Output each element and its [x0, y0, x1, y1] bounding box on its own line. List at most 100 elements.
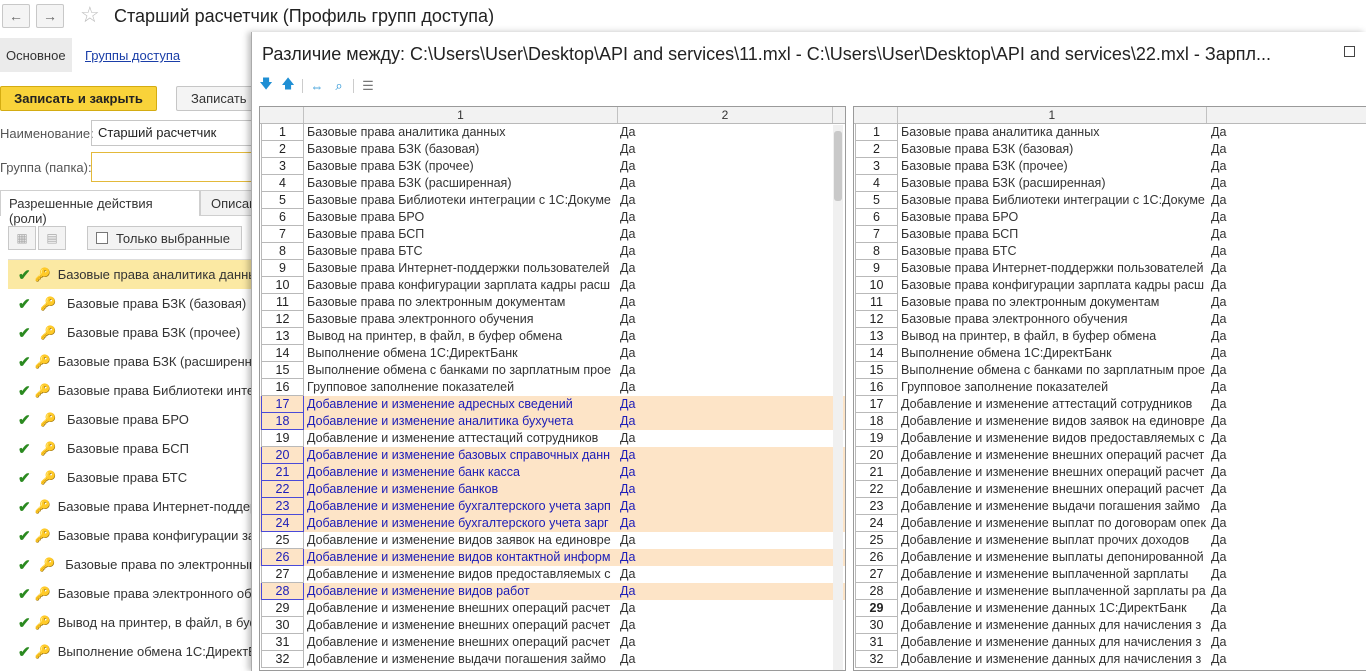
- row-number[interactable]: 30: [855, 617, 898, 634]
- tab-access-groups[interactable]: Группы доступа: [85, 48, 180, 63]
- menu-list-icon[interactable]: ☰: [360, 78, 376, 94]
- row-number[interactable]: 19: [855, 430, 898, 447]
- row-number[interactable]: 12: [261, 311, 304, 328]
- right-spreadsheet[interactable]: 1 1 Базовые права аналитика данных Да 2 Базо…: [853, 106, 1366, 671]
- row-value-cell[interactable]: Да: [618, 634, 828, 651]
- row-name-cell[interactable]: Вывод на принтер, в файл, в буфер обмена: [304, 328, 618, 345]
- check-icon[interactable]: ✔: [18, 411, 36, 429]
- table-row[interactable]: 17 Добавление и изменение адресных сведен…: [260, 396, 845, 413]
- row-value-cell[interactable]: Да: [618, 600, 828, 617]
- row-number[interactable]: 18: [261, 413, 304, 430]
- check-icon[interactable]: ✔: [18, 440, 36, 458]
- row-number[interactable]: 19: [261, 430, 304, 447]
- row-number[interactable]: 17: [855, 396, 898, 413]
- row-value-cell[interactable]: Да: [1209, 515, 1364, 532]
- check-icon[interactable]: ✔: [18, 585, 31, 603]
- row-value-cell[interactable]: Да: [618, 243, 828, 260]
- row-value-cell[interactable]: Да: [1209, 430, 1364, 447]
- table-row[interactable]: 12 Базовые права электронного обучения Да: [854, 311, 1366, 328]
- list-item[interactable]: ✔ 🔑 Базовые права аналитика данных: [8, 260, 258, 289]
- row-name-cell[interactable]: Добавление и изменение банк касса: [304, 464, 618, 481]
- row-number[interactable]: 24: [261, 515, 304, 532]
- check-icon[interactable]: ✔: [18, 324, 36, 342]
- row-name-cell[interactable]: Базовые права БЗК (прочее): [304, 158, 618, 175]
- row-value-cell[interactable]: Да: [618, 158, 828, 175]
- row-number[interactable]: 25: [261, 532, 304, 549]
- row-name-cell[interactable]: Базовые права БТС: [898, 243, 1209, 260]
- table-row[interactable]: 28 Добавление и изменение видов работ Да: [260, 583, 845, 600]
- search-icon[interactable]: ⌕: [331, 78, 347, 94]
- row-name-cell[interactable]: Добавление и изменение внешних операций …: [304, 600, 618, 617]
- list-item[interactable]: ✔🔑Базовые права конфигурации зарплата: [8, 521, 258, 550]
- row-number[interactable]: 6: [261, 209, 304, 226]
- row-value-cell[interactable]: Да: [618, 226, 828, 243]
- table-row[interactable]: 21 Добавление и изменение внешних операци…: [854, 464, 1366, 481]
- row-name-cell[interactable]: Базовые права по электронным документам: [898, 294, 1209, 311]
- row-value-cell[interactable]: Да: [618, 192, 828, 209]
- row-name-cell[interactable]: Групповое заполнение показателей: [304, 379, 618, 396]
- table-row[interactable]: 32 Добавление и изменение выдачи погашени…: [260, 651, 845, 668]
- row-number[interactable]: 29: [261, 600, 304, 617]
- row-name-cell[interactable]: Добавление и изменение видов контактной …: [304, 549, 618, 566]
- row-name-cell[interactable]: Добавление и изменение данных для начисл…: [898, 634, 1209, 651]
- list-item[interactable]: ✔ 🔑 Базовые права БЗК (прочее): [8, 318, 258, 347]
- row-name-cell[interactable]: Базовые права Библиотеки интеграции с 1С…: [898, 192, 1209, 209]
- row-number[interactable]: 16: [261, 379, 304, 396]
- table-row[interactable]: 22 Добавление и изменение внешних операци…: [854, 481, 1366, 498]
- row-number[interactable]: 1: [855, 124, 898, 141]
- row-value-cell[interactable]: Да: [1209, 175, 1364, 192]
- list-item[interactable]: ✔ 🔑 Базовые права БРО: [8, 405, 258, 434]
- sync-scroll-icon[interactable]: ⇔: [309, 79, 325, 94]
- check-icon[interactable]: ✔: [18, 614, 31, 632]
- row-value-cell[interactable]: Да: [1209, 396, 1364, 413]
- row-number[interactable]: 25: [855, 532, 898, 549]
- only-selected-toggle[interactable]: Только выбранные: [87, 226, 242, 250]
- table-row[interactable]: 24 Добавление и изменение выплат по догов…: [854, 515, 1366, 532]
- row-value-cell[interactable]: Да: [1209, 379, 1364, 396]
- table-row[interactable]: 27 Добавление и изменение видов предостав…: [260, 566, 845, 583]
- row-number[interactable]: 9: [855, 260, 898, 277]
- row-name-cell[interactable]: Добавление и изменение внешних операций …: [898, 481, 1209, 498]
- table-row[interactable]: 10 Базовые права конфигурации зарплата ка…: [260, 277, 845, 294]
- row-name-cell[interactable]: Выполнение обмена 1С:ДиректБанк: [898, 345, 1209, 362]
- row-value-cell[interactable]: Да: [618, 260, 828, 277]
- table-row[interactable]: 26 Добавление и изменение выплаты депонир…: [854, 549, 1366, 566]
- row-value-cell[interactable]: Да: [1209, 328, 1364, 345]
- table-row[interactable]: 8 Базовые права БТС Да: [260, 243, 845, 260]
- row-number[interactable]: 31: [261, 634, 304, 651]
- row-number[interactable]: 8: [261, 243, 304, 260]
- table-row[interactable]: 16 Групповое заполнение показателей Да: [260, 379, 845, 396]
- row-number[interactable]: 11: [261, 294, 304, 311]
- column-header[interactable]: 2: [618, 107, 833, 123]
- row-name-cell[interactable]: Добавление и изменение видов заявок на е…: [898, 413, 1209, 430]
- maximize-icon[interactable]: [1344, 46, 1355, 57]
- row-value-cell[interactable]: Да: [1209, 277, 1364, 294]
- row-value-cell[interactable]: Да: [1209, 617, 1364, 634]
- row-name-cell[interactable]: Базовые права БРО: [898, 209, 1209, 226]
- row-number[interactable]: 2: [261, 141, 304, 158]
- row-number[interactable]: 11: [855, 294, 898, 311]
- row-value-cell[interactable]: Да: [618, 498, 828, 515]
- scrollbar-thumb[interactable]: [834, 131, 842, 201]
- row-number[interactable]: 24: [855, 515, 898, 532]
- row-value-cell[interactable]: Да: [1209, 209, 1364, 226]
- row-number[interactable]: 8: [855, 243, 898, 260]
- row-name-cell[interactable]: Добавление и изменение выдачи погашения …: [898, 498, 1209, 515]
- row-value-cell[interactable]: Да: [1209, 226, 1364, 243]
- row-name-cell[interactable]: Добавление и изменение данных для начисл…: [898, 651, 1209, 668]
- row-number[interactable]: 15: [855, 362, 898, 379]
- table-row[interactable]: 11 Базовые права по электронным документа…: [260, 294, 845, 311]
- table-row[interactable]: 7 Базовые права БСП Да: [854, 226, 1366, 243]
- row-name-cell[interactable]: Базовые права Интернет-поддержки пользов…: [304, 260, 618, 277]
- row-name-cell[interactable]: Добавление и изменение выплаченной зарпл…: [898, 566, 1209, 583]
- save-and-close-button[interactable]: Записать и закрыть: [0, 86, 157, 111]
- check-icon[interactable]: ✔: [18, 266, 31, 284]
- row-name-cell[interactable]: Базовые права БЗК (базовая): [898, 141, 1209, 158]
- row-number[interactable]: 14: [261, 345, 304, 362]
- row-value-cell[interactable]: Да: [1209, 362, 1364, 379]
- next-diff-icon[interactable]: 🡇: [258, 75, 274, 97]
- table-row[interactable]: 2 Базовые права БЗК (базовая) Да: [854, 141, 1366, 158]
- check-icon[interactable]: ✔: [18, 643, 31, 661]
- row-number[interactable]: 3: [855, 158, 898, 175]
- row-number[interactable]: 32: [261, 651, 304, 668]
